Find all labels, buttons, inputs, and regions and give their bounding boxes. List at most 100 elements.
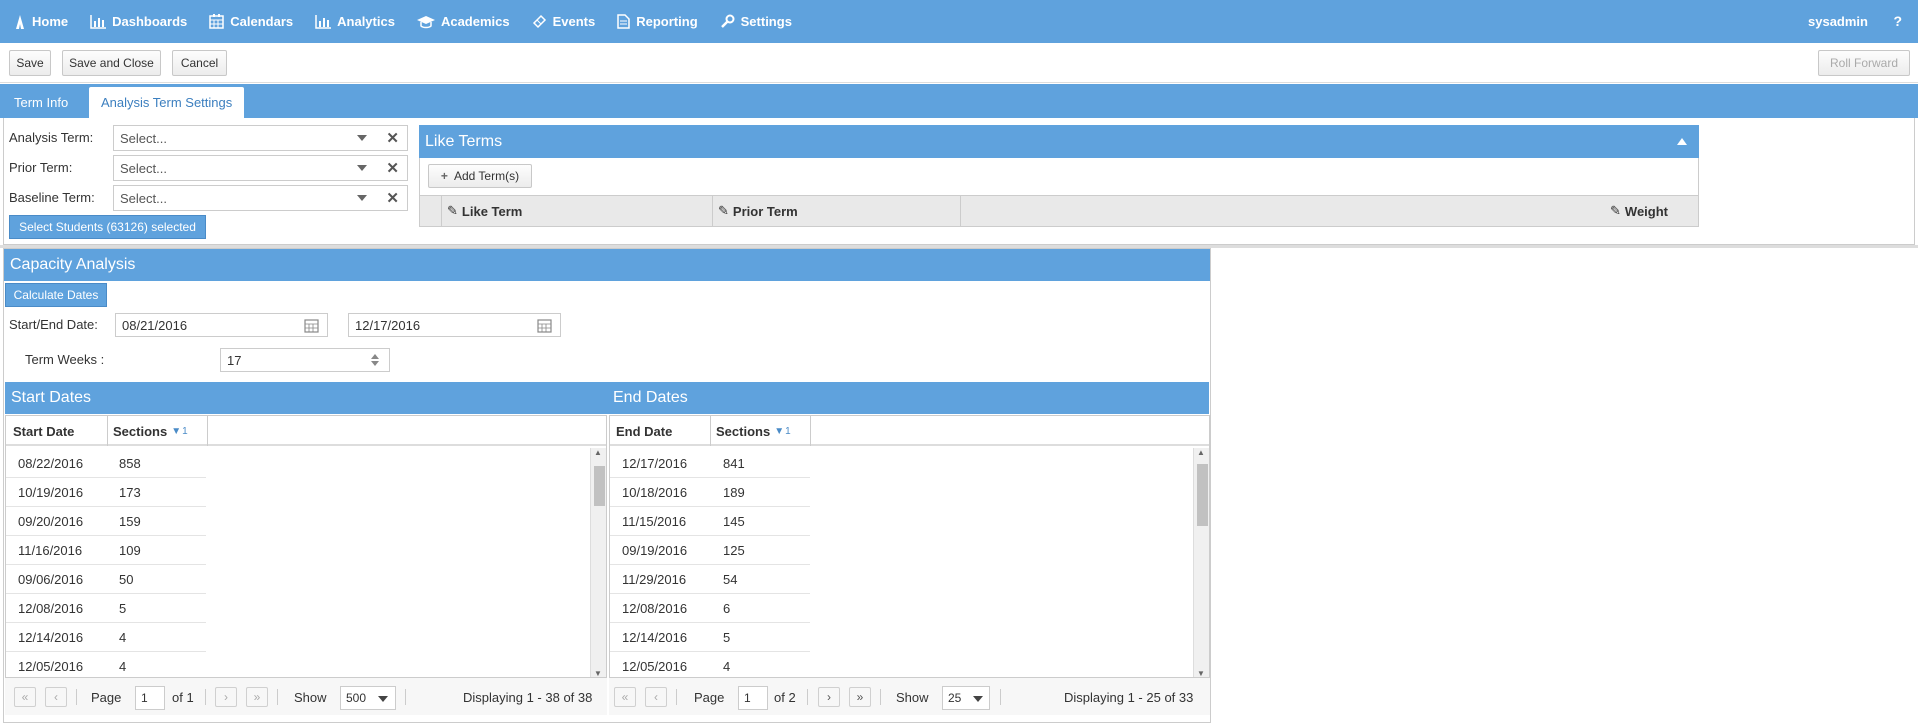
prior-term-column[interactable]: ✎ Prior Term — [713, 196, 961, 226]
end-dates-pager: « ‹ Page 1 of 2 › » Show 25 Displaying 1… — [609, 677, 1210, 715]
bar-chart-icon — [90, 14, 107, 29]
nav-academics-label: Academics — [440, 14, 510, 29]
scroll-thumb[interactable] — [1197, 464, 1208, 526]
table-row[interactable]: 12/14/2016 5 — [610, 623, 810, 652]
nav-analytics[interactable]: Analytics — [315, 14, 395, 29]
start-date-column[interactable]: Start Date — [8, 416, 108, 446]
sections-cell: 173 — [119, 485, 141, 500]
prior-term-select[interactable]: Select... ✕ — [113, 155, 408, 181]
calendar-icon[interactable] — [537, 318, 552, 333]
analysis-term-select[interactable]: Select... ✕ — [113, 125, 408, 151]
clear-icon[interactable]: ✕ — [386, 159, 399, 177]
end-date-input[interactable]: 12/17/2016 — [348, 313, 561, 337]
table-row[interactable]: 11/15/2016 145 — [610, 507, 810, 536]
first-page-icon[interactable]: « — [14, 687, 36, 707]
table-row[interactable]: 08/22/2016 858 — [6, 449, 206, 478]
nav-reporting[interactable]: Reporting — [617, 14, 698, 29]
edit-icon: ✎ — [1610, 203, 1621, 218]
page-size-select[interactable]: 25 — [942, 686, 990, 710]
sections-cell: 145 — [723, 514, 745, 529]
tab-bar: Term Info Analysis Term Settings — [0, 84, 1918, 118]
table-row[interactable]: 10/18/2016 189 — [610, 478, 810, 507]
add-terms-button[interactable]: + Add Term(s) — [428, 164, 532, 188]
sections-cell: 6 — [723, 601, 731, 616]
end-dates-scrollbar[interactable]: ▲ ▼ — [1193, 448, 1209, 678]
baseline-term-select[interactable]: Select... ✕ — [113, 185, 408, 211]
last-page-icon[interactable]: » — [849, 687, 871, 707]
weight-column[interactable]: ✎ Weight — [1605, 196, 1695, 226]
help-button[interactable]: ? — [1893, 13, 1902, 29]
nav-settings-label: Settings — [740, 14, 792, 29]
nav-events[interactable]: Events — [532, 14, 595, 29]
page-input[interactable]: 1 — [135, 686, 165, 710]
nav-calendars[interactable]: Calendars — [209, 14, 293, 29]
sections-cell: 841 — [723, 456, 745, 471]
table-row[interactable]: 09/20/2016 159 — [6, 507, 206, 536]
save-and-close-button[interactable]: Save and Close — [62, 50, 161, 76]
sort-index: 1 — [182, 425, 188, 437]
nav-academics[interactable]: Academics — [416, 14, 510, 29]
date-cell: 08/22/2016 — [18, 456, 84, 471]
table-row[interactable]: 11/16/2016 109 — [6, 536, 206, 565]
tab-term-info[interactable]: Term Info — [2, 87, 80, 118]
end-date-column[interactable]: End Date — [611, 416, 711, 446]
first-page-icon[interactable]: « — [614, 687, 636, 707]
start-dates-scrollbar[interactable]: ▲ ▼ — [590, 448, 606, 678]
start-sections-column[interactable]: Sections ▼ 1 — [108, 416, 208, 446]
table-row[interactable]: 12/08/2016 5 — [6, 594, 206, 623]
calculate-dates-button[interactable]: Calculate Dates — [5, 283, 107, 307]
chevron-down-icon[interactable] — [357, 195, 367, 201]
prev-page-icon[interactable]: ‹ — [645, 687, 667, 707]
table-row[interactable]: 12/17/2016 841 — [610, 449, 810, 478]
page-count: of 1 — [172, 690, 194, 705]
start-date-input[interactable]: 08/21/2016 — [115, 313, 328, 337]
date-cell: 12/14/2016 — [622, 630, 688, 645]
graduation-cap-icon — [416, 15, 435, 28]
date-cell: 09/19/2016 — [622, 543, 688, 558]
scroll-up-icon[interactable]: ▲ — [594, 448, 602, 457]
next-page-icon[interactable]: › — [215, 687, 237, 707]
table-row[interactable]: 12/08/2016 6 — [610, 594, 810, 623]
like-term-column[interactable]: ✎ Like Term — [442, 196, 713, 226]
add-terms-label: Add Term(s) — [453, 169, 520, 183]
table-row[interactable]: 09/19/2016 125 — [610, 536, 810, 565]
prev-page-icon[interactable]: ‹ — [45, 687, 67, 707]
nav-dashboards[interactable]: Dashboards — [90, 14, 187, 29]
scroll-thumb[interactable] — [594, 466, 605, 506]
scroll-up-icon[interactable]: ▲ — [1197, 448, 1205, 457]
page-count: of 2 — [774, 690, 796, 705]
clear-icon[interactable]: ✕ — [386, 129, 399, 147]
tab-analysis-term-settings[interactable]: Analysis Term Settings — [89, 87, 245, 118]
spinner-icon[interactable] — [371, 354, 379, 366]
end-sections-column[interactable]: Sections ▼ 1 — [711, 416, 811, 446]
edit-icon: ✎ — [447, 203, 458, 218]
next-page-icon[interactable]: › — [818, 687, 840, 707]
clear-icon[interactable]: ✕ — [386, 189, 399, 207]
end-dates-header: End Dates — [607, 382, 1209, 414]
select-students-button[interactable]: Select Students (63126) selected — [9, 215, 206, 239]
like-terms-grid-header: ✎ Like Term ✎ Prior Term ✎ Weight — [419, 195, 1699, 227]
capacity-analysis-header: Capacity Analysis — [4, 249, 1210, 281]
cancel-button[interactable]: Cancel — [172, 50, 227, 76]
last-page-icon[interactable]: » — [246, 687, 268, 707]
user-menu[interactable]: sysadmin — [1808, 14, 1868, 29]
table-row[interactable]: 12/14/2016 4 — [6, 623, 206, 652]
collapse-icon[interactable] — [1677, 138, 1687, 145]
chevron-down-icon[interactable] — [357, 135, 367, 141]
nav-settings[interactable]: Settings — [720, 14, 792, 29]
page-size-select[interactable]: 500 — [340, 686, 396, 710]
table-row[interactable]: 11/29/2016 54 — [610, 565, 810, 594]
term-weeks-stepper[interactable]: 17 — [220, 348, 390, 372]
save-button[interactable]: Save — [9, 50, 51, 76]
chevron-down-icon[interactable] — [357, 165, 367, 171]
end-dates-title: End Dates — [613, 389, 688, 406]
start-dates-pager: « ‹ Page 1 of 1 › » Show 500 Displaying … — [5, 677, 607, 715]
page-input[interactable]: 1 — [738, 686, 768, 710]
roll-forward-button[interactable]: Roll Forward — [1818, 50, 1910, 76]
nav-home[interactable]: Home — [14, 14, 68, 29]
calendar-icon[interactable] — [304, 318, 319, 333]
pager-divider — [205, 689, 206, 705]
table-row[interactable]: 10/19/2016 173 — [6, 478, 206, 507]
like-terms-toolbar — [419, 158, 1699, 195]
table-row[interactable]: 09/06/2016 50 — [6, 565, 206, 594]
